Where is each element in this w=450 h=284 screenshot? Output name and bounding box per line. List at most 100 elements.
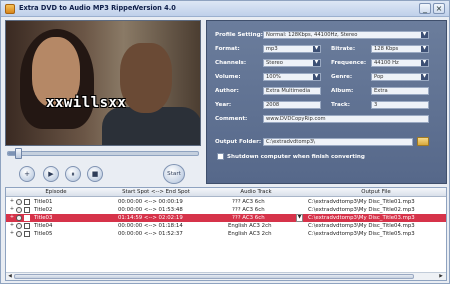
episode-audio: English AC3 2ch (228, 223, 272, 229)
table-header: Episode Start Spot <--> End Spot Audio T… (6, 188, 446, 197)
window-title: Extra DVD to Audio MP3 Ripper (19, 4, 136, 12)
author-label: Author: (215, 88, 239, 94)
year-label: Year: (215, 102, 232, 108)
episode-name: Title01 (34, 199, 53, 205)
episode-name: Title03 (34, 215, 53, 221)
expand-icon[interactable]: + (9, 231, 15, 237)
window-version: Version 4.0 (134, 4, 176, 12)
format-value: mp3 (266, 46, 278, 52)
table-row-selected[interactable]: + Title03 01:14:59 <--> 02:02:19 ??? AC3… (6, 214, 446, 222)
episode-audio: ??? AC3 6ch (232, 207, 265, 213)
profile-value: Normal: 128Kbps, 44100Hz, Stereo (266, 32, 358, 38)
chevron-down-icon: ▼ (421, 46, 428, 52)
preview-icon[interactable] (16, 215, 22, 221)
video-preview: xxwillsxx (5, 20, 201, 146)
close-button[interactable]: × (433, 3, 445, 14)
play-button[interactable]: ▶ (43, 166, 59, 182)
format-select[interactable]: mp3 ▼ (263, 45, 321, 53)
episode-audio: ??? AC3 6ch (232, 215, 265, 221)
scroll-left-icon[interactable]: ◀ (7, 274, 13, 280)
bitrate-value: 128 Kbps (374, 46, 399, 52)
table-row[interactable]: + Title02 00:00:00 <--> 01:53:48 ??? AC3… (6, 206, 446, 214)
expand-icon[interactable]: + (9, 199, 15, 205)
genre-value: Pop (374, 74, 384, 80)
add-button[interactable]: + (19, 166, 35, 182)
shutdown-checkbox[interactable] (217, 153, 224, 160)
scrollbar-thumb[interactable] (14, 274, 414, 279)
profile-select[interactable]: Normal: 128Kbps, 44100Hz, Stereo ▼ (263, 31, 429, 39)
chevron-down-icon: ▼ (313, 60, 320, 66)
seek-slider-handle[interactable] (15, 148, 22, 159)
volume-value: 100% (266, 74, 281, 80)
preview-icon[interactable] (16, 207, 22, 213)
output-folder-input[interactable]: C:\extradvdtomp3\ (263, 138, 413, 146)
app-logo-icon (5, 4, 15, 14)
shutdown-label: Shutdown computer when finish converting (227, 154, 365, 160)
stop-button[interactable]: ■ (87, 166, 103, 182)
genre-select[interactable]: Pop ▼ (371, 73, 429, 81)
episode-audio: ??? AC3 6ch (232, 199, 265, 205)
row-checkbox[interactable] (24, 223, 30, 229)
minimize-button[interactable]: _ (419, 3, 431, 14)
year-input[interactable]: 2008 (263, 101, 321, 109)
episode-spot: 00:00:00 <--> 01:18:14 (118, 223, 183, 229)
scroll-right-icon[interactable]: ▶ (438, 274, 444, 280)
row-checkbox[interactable] (24, 215, 30, 221)
bitrate-label: Bitrate: (331, 46, 356, 52)
episode-name: Title05 (34, 231, 53, 237)
column-episode[interactable]: Episode (6, 189, 106, 195)
episode-name: Title04 (34, 223, 53, 229)
app-window: Extra DVD to Audio MP3 Ripper Version 4.… (0, 0, 450, 284)
video-face-right (120, 43, 172, 113)
comment-input[interactable]: www.DVDCopyRip.com (263, 115, 429, 123)
column-spot[interactable]: Start Spot <--> End Spot (106, 189, 206, 195)
column-audio[interactable]: Audio Track (206, 189, 306, 195)
episode-spot: 00:00:00 <--> 01:52:37 (118, 231, 183, 237)
table-row[interactable]: + Title05 00:00:00 <--> 01:52:37 English… (6, 230, 446, 238)
volume-select[interactable]: 100% ▼ (263, 73, 321, 81)
expand-icon[interactable]: + (9, 207, 15, 213)
author-input[interactable]: Extra Multimedia (263, 87, 321, 95)
album-input[interactable]: Extra (371, 87, 429, 95)
horizontal-scrollbar[interactable]: ◀ ▶ (6, 272, 446, 280)
genre-label: Genre: (331, 74, 353, 80)
pause-button[interactable]: ⏸ (65, 166, 81, 182)
chevron-down-icon: ▼ (421, 74, 428, 80)
row-controls: + (9, 207, 35, 213)
output-folder-label: Output Folder: (215, 139, 262, 145)
episode-name: Title02 (34, 207, 53, 213)
row-controls: + (9, 223, 35, 229)
channels-select[interactable]: Stereo ▼ (263, 59, 321, 67)
track-input[interactable]: 3 (371, 101, 429, 109)
row-controls: + (9, 215, 35, 221)
episode-output: C:\extradvdtomp3\My Disc_Title01.mp3 (308, 199, 415, 205)
seek-slider[interactable] (7, 151, 199, 156)
preview-icon[interactable] (16, 231, 22, 237)
preview-icon[interactable] (16, 199, 22, 205)
format-label: Format: (215, 46, 240, 52)
channels-value: Stereo (266, 60, 283, 66)
column-output[interactable]: Output File (306, 189, 446, 195)
frequence-select[interactable]: 44100 Hz ▼ (371, 59, 429, 67)
browse-folder-icon[interactable] (417, 137, 429, 146)
row-checkbox[interactable] (24, 231, 30, 237)
table-row[interactable]: + Title04 00:00:00 <--> 01:18:14 English… (6, 222, 446, 230)
audio-track-dropdown-icon[interactable]: ▼ (296, 214, 303, 222)
bitrate-select[interactable]: 128 Kbps ▼ (371, 45, 429, 53)
expand-icon[interactable]: + (9, 215, 15, 221)
row-checkbox[interactable] (24, 199, 30, 205)
comment-label: Comment: (215, 116, 248, 122)
row-checkbox[interactable] (24, 207, 30, 213)
album-label: Album: (331, 88, 354, 94)
profile-label: Profile Setting: (215, 32, 263, 38)
chevron-down-icon: ▼ (313, 74, 320, 80)
expand-icon[interactable]: + (9, 223, 15, 229)
episode-output: C:\extradvdtomp3\My Disc_Title02.mp3 (308, 207, 415, 213)
episode-output: C:\extradvdtomp3\My Disc_Title05.mp3 (308, 231, 415, 237)
preview-icon[interactable] (16, 223, 22, 229)
episode-audio: English AC3 2ch (228, 231, 272, 237)
chevron-down-icon: ▼ (421, 60, 428, 66)
table-row[interactable]: + Title01 00:00:00 <--> 00:00:19 ??? AC3… (6, 198, 446, 206)
start-button[interactable]: Start (163, 164, 185, 184)
episode-spot: 00:00:00 <--> 01:53:48 (118, 207, 183, 213)
